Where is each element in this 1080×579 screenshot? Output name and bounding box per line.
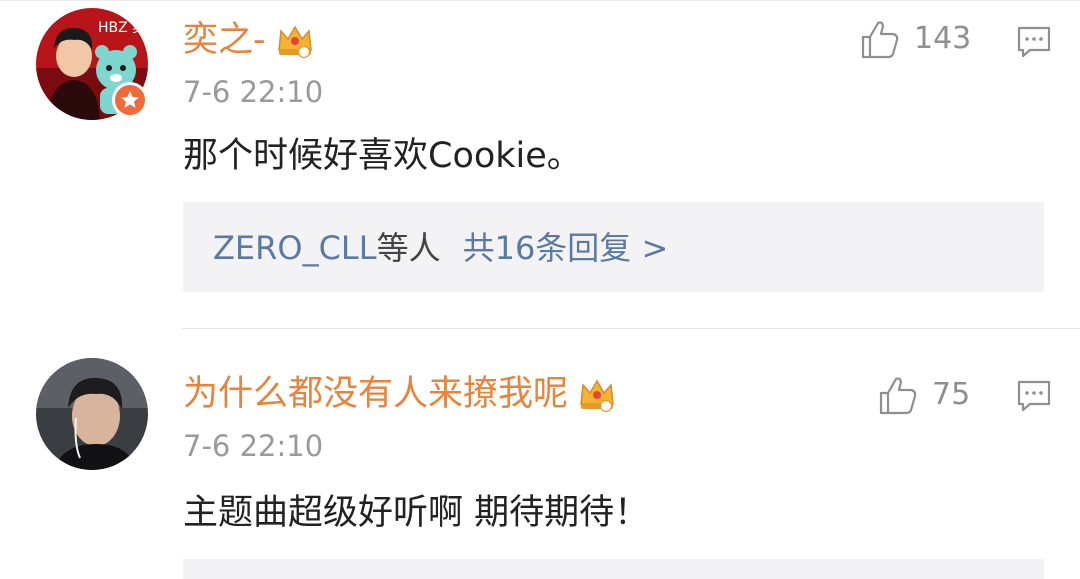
comment-username[interactable]: 为什么都没有人来撩我呢: [183, 374, 616, 414]
comment-feed: HBZ 奕之 奕之- 7-6 22:10 那个时候好喜欢Cookie。: [0, 0, 1080, 579]
reply-button[interactable]: [1016, 24, 1052, 60]
comment-divider: [182, 328, 1080, 329]
reply-summary-text[interactable]: ZERO_CLL等人 共16条回复 >: [213, 229, 668, 267]
comment-item: 为什么都没有人来撩我呢 7-6 22:10 主题曲超级好听啊 期待期待！ 75: [0, 330, 1080, 579]
username-text[interactable]: 为什么都没有人来撩我呢: [183, 374, 568, 414]
username-text[interactable]: 奕之-: [183, 20, 266, 60]
comment-item: HBZ 奕之 奕之- 7-6 22:10 那个时候好喜欢Cookie。: [0, 0, 1080, 330]
comment-icon: [1017, 380, 1051, 412]
verified-badge-icon: [112, 82, 148, 118]
reply-users-suffix: 等人: [376, 229, 441, 267]
thumbs-up-icon: [879, 377, 917, 415]
like-count: 75: [932, 377, 971, 412]
avatar[interactable]: [36, 358, 148, 470]
thumbs-up-icon: [861, 21, 899, 59]
comment-text: 那个时候好喜欢Cookie。: [183, 136, 582, 176]
like-button[interactable]: 75: [878, 374, 970, 416]
reply-summary[interactable]: ZERO_CLL等人 共16条回复 >: [183, 202, 1044, 292]
like-button[interactable]: 143: [860, 18, 971, 60]
crown-badge-icon: [276, 22, 314, 59]
comment-timestamp: 7-6 22:10: [183, 429, 324, 463]
crown-badge-icon: [578, 376, 616, 413]
comment-timestamp: 7-6 22:10: [183, 75, 324, 109]
comment-icon: [1017, 26, 1051, 58]
reply-summary-partial: [183, 559, 1044, 579]
reply-button[interactable]: [1016, 378, 1052, 414]
comment-username[interactable]: 奕之-: [183, 20, 314, 60]
view-replies-link[interactable]: 共16条回复 >: [463, 229, 669, 267]
comment-text: 主题曲超级好听啊 期待期待！: [183, 493, 650, 533]
like-count: 143: [914, 21, 972, 56]
reply-users[interactable]: ZERO_CLL: [213, 229, 377, 267]
avatar-logo-text: HBZ 奕之: [98, 20, 148, 36]
